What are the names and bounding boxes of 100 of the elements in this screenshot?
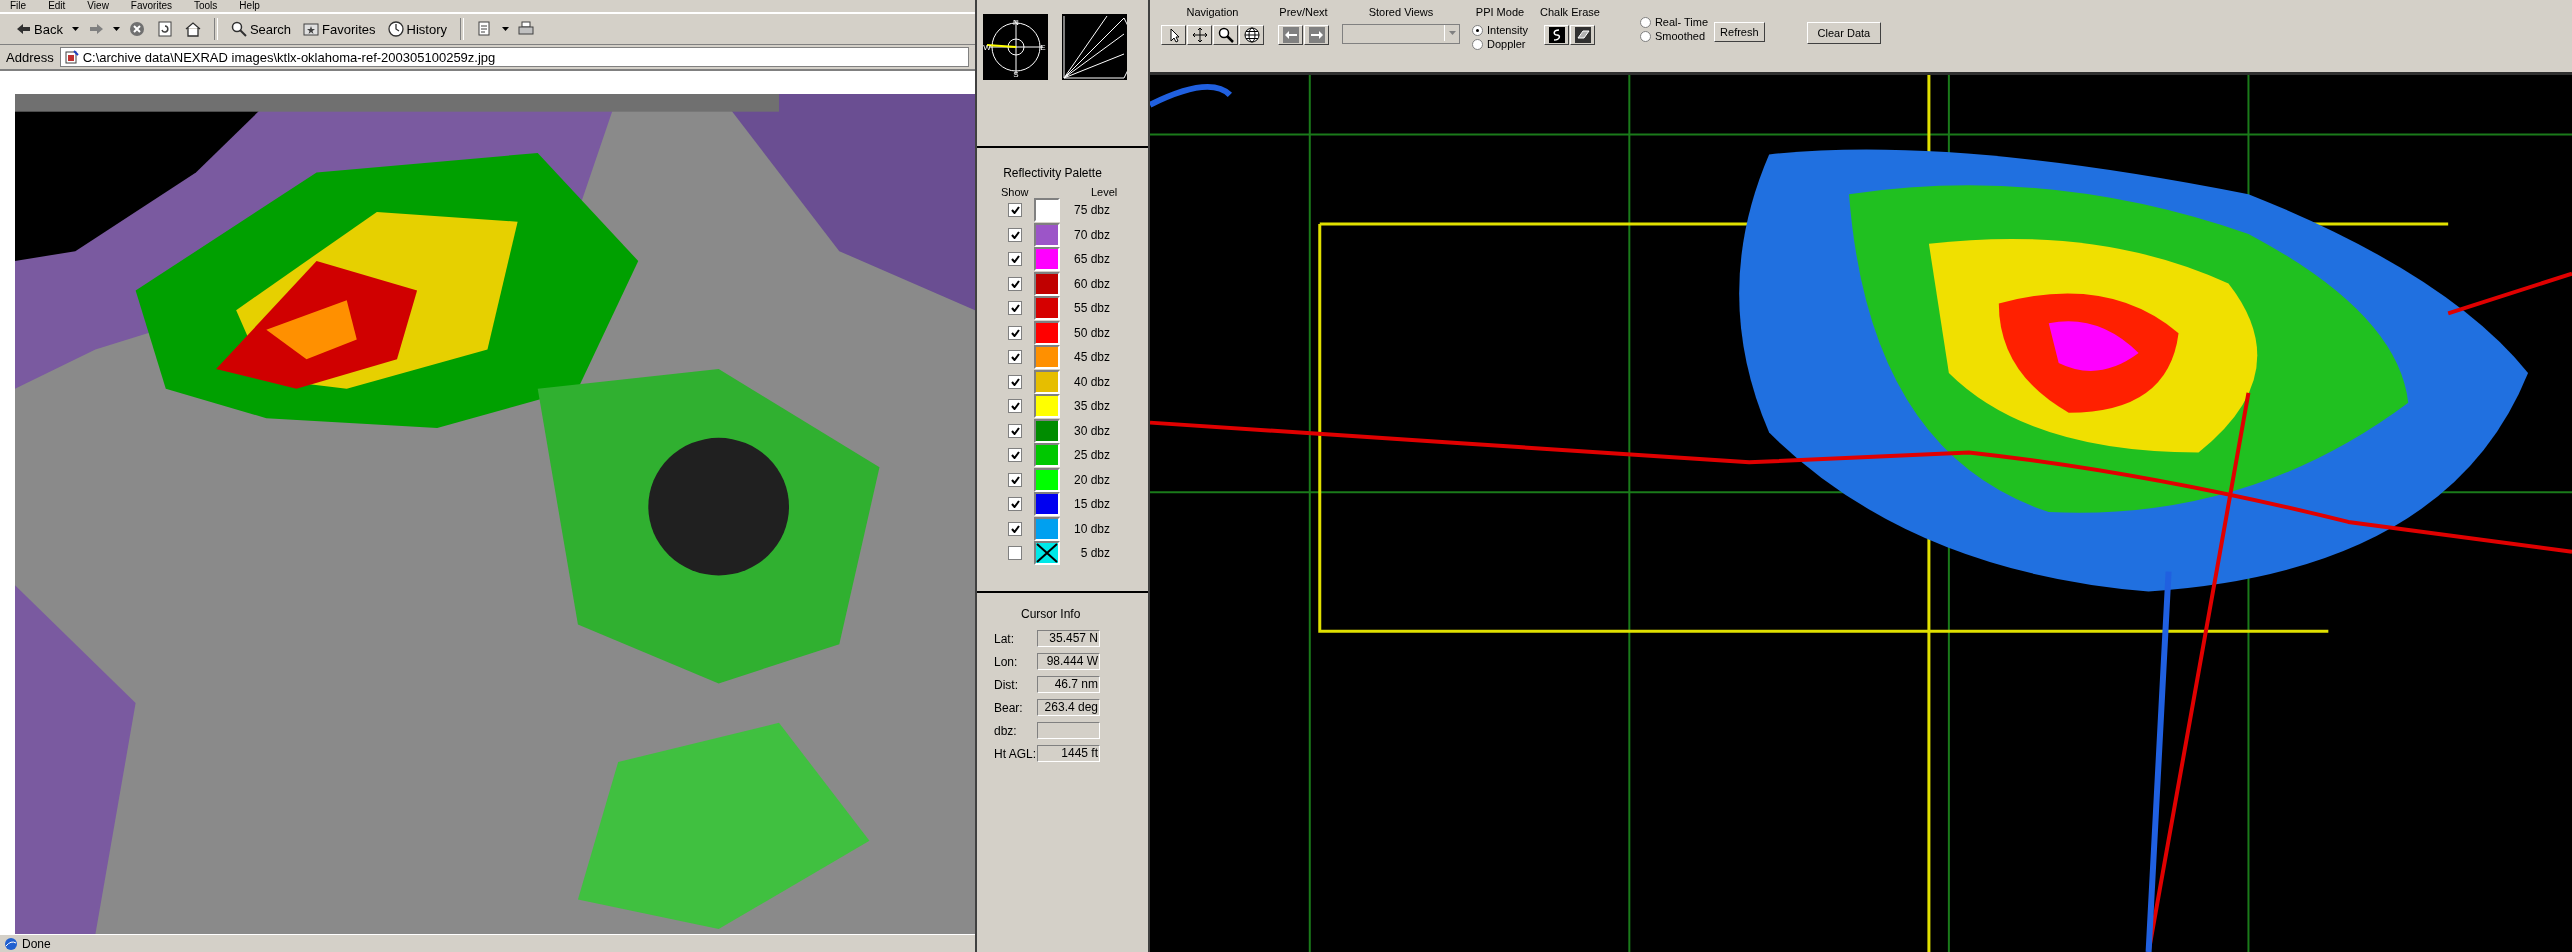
search-button[interactable]: Search: [227, 19, 295, 39]
chalk-icon: [1548, 27, 1565, 43]
printer-icon: [518, 21, 535, 37]
color-swatch[interactable]: [1034, 492, 1060, 517]
stop-icon: [128, 21, 145, 37]
group-label: Prev/Next: [1279, 6, 1328, 18]
tool-button[interactable]: [1570, 25, 1596, 45]
checkbox[interactable]: [1008, 423, 1022, 438]
color-swatch[interactable]: [1034, 296, 1060, 321]
color-swatch[interactable]: [1034, 443, 1060, 468]
menu-item[interactable]: Favorites: [130, 0, 172, 12]
value-field: 263.4 deg: [1037, 699, 1100, 716]
checkbox[interactable]: [1008, 203, 1022, 218]
color-swatch[interactable]: [1034, 198, 1060, 223]
palette-title: Reflectivity Palette: [1002, 166, 1103, 180]
field-label: Bear:: [994, 700, 1024, 715]
checkbox[interactable]: [1008, 448, 1022, 463]
color-swatch[interactable]: [1034, 516, 1060, 541]
history-button[interactable]: History: [384, 19, 451, 39]
favorites-button[interactable]: Favorites: [300, 19, 379, 39]
radio-button[interactable]: Doppler: [1472, 38, 1528, 50]
checkbox[interactable]: [1008, 276, 1022, 291]
level-label: 35 dbz: [1072, 399, 1111, 414]
value-field: 35.457 N: [1037, 630, 1100, 647]
radio-button[interactable]: Intensity: [1472, 24, 1528, 36]
menu-item[interactable]: Edit: [48, 0, 66, 12]
menu-item[interactable]: Tools: [194, 0, 218, 12]
color-swatch[interactable]: [1034, 418, 1060, 443]
field-label: dbz:: [994, 723, 1018, 738]
tool-button[interactable]: [1239, 25, 1264, 45]
search-icon: [230, 21, 247, 37]
checkbox[interactable]: [1008, 546, 1022, 561]
back-arrow-icon: [15, 21, 31, 37]
checkbox[interactable]: [1008, 374, 1022, 389]
level-label: 70 dbz: [1072, 227, 1111, 242]
move-icon: [1191, 27, 1208, 43]
color-swatch[interactable]: [1034, 222, 1060, 247]
menu-item[interactable]: File: [10, 0, 27, 12]
address-field[interactable]: C:\archive data\NEXRAD images\ktlx-oklahoma-ref-200305100259z.jpg: [59, 47, 969, 67]
color-swatch[interactable]: [1034, 394, 1060, 419]
caret-icon: [1448, 31, 1456, 35]
checkbox[interactable]: [1008, 325, 1022, 340]
tool-button[interactable]: [1278, 25, 1303, 45]
menu-item[interactable]: Help: [239, 0, 260, 12]
color-swatch[interactable]: [1034, 247, 1060, 272]
level-label: 20 dbz: [1072, 472, 1111, 487]
field-label: Dist:: [994, 677, 1019, 692]
level-label: 55 dbz: [1072, 301, 1111, 316]
tool-button[interactable]: [1187, 25, 1212, 45]
column-header: Show: [1001, 186, 1030, 198]
level-label: 65 dbz: [1072, 252, 1111, 267]
tool-button[interactable]: [1304, 25, 1329, 45]
group-label: Navigation: [1186, 6, 1239, 18]
tool-button[interactable]: [1544, 25, 1570, 45]
address-label: Address: [6, 49, 54, 65]
caret-icon[interactable]: [71, 27, 79, 31]
back-button[interactable]: Back: [12, 19, 66, 39]
refresh-icon: [156, 21, 173, 37]
checkbox[interactable]: [1008, 472, 1022, 487]
color-swatch[interactable]: [1034, 320, 1060, 345]
level-label: 30 dbz: [1072, 423, 1111, 438]
level-label: 25 dbz: [1072, 448, 1111, 463]
value-field: 1445 ft: [1037, 745, 1100, 762]
checkbox[interactable]: [1008, 252, 1022, 267]
history-icon: [387, 21, 404, 37]
caret-icon[interactable]: [502, 27, 510, 31]
menu-item[interactable]: View: [87, 0, 109, 12]
radio-button[interactable]: Real- Time: [1639, 16, 1709, 28]
color-swatch[interactable]: [1034, 369, 1060, 394]
level-label: 15 dbz: [1072, 497, 1111, 512]
checkbox[interactable]: [1008, 521, 1022, 536]
level-label: 10 dbz: [1072, 521, 1111, 536]
refresh-button[interactable]: Refresh: [1714, 22, 1765, 42]
value-field: 46.7 nm: [1037, 676, 1100, 693]
section-title: Cursor Info: [1020, 607, 1082, 621]
group-label: PPI Mode: [1475, 6, 1525, 18]
eraser-icon: [1574, 27, 1591, 43]
browser-icon: [4, 936, 18, 951]
color-swatch[interactable]: [1034, 467, 1060, 492]
value-field: [1037, 722, 1100, 739]
tool-button[interactable]: [1161, 25, 1186, 45]
caret-icon[interactable]: [112, 27, 120, 31]
status-text: Done: [22, 936, 51, 951]
level-label: 75 dbz: [1072, 203, 1111, 218]
checkbox[interactable]: [1008, 301, 1022, 316]
zoom-icon: [1217, 27, 1234, 43]
clear-data-button[interactable]: Clear Data: [1806, 22, 1882, 44]
favorites-icon: [303, 21, 320, 37]
checkbox[interactable]: [1008, 497, 1022, 512]
compass-drawing: N E S W: [983, 14, 1048, 80]
checkbox[interactable]: [1008, 399, 1022, 414]
checkbox[interactable]: [1008, 350, 1022, 365]
tool-button[interactable]: [1213, 25, 1238, 45]
color-swatch[interactable]: [1034, 271, 1060, 296]
color-swatch[interactable]: [1034, 541, 1060, 566]
color-swatch[interactable]: [1034, 345, 1060, 370]
value-field: 98.444 W: [1037, 653, 1100, 670]
document-icon: [64, 50, 79, 64]
checkbox[interactable]: [1008, 227, 1022, 242]
radio-button[interactable]: Smoothed: [1639, 30, 1709, 42]
